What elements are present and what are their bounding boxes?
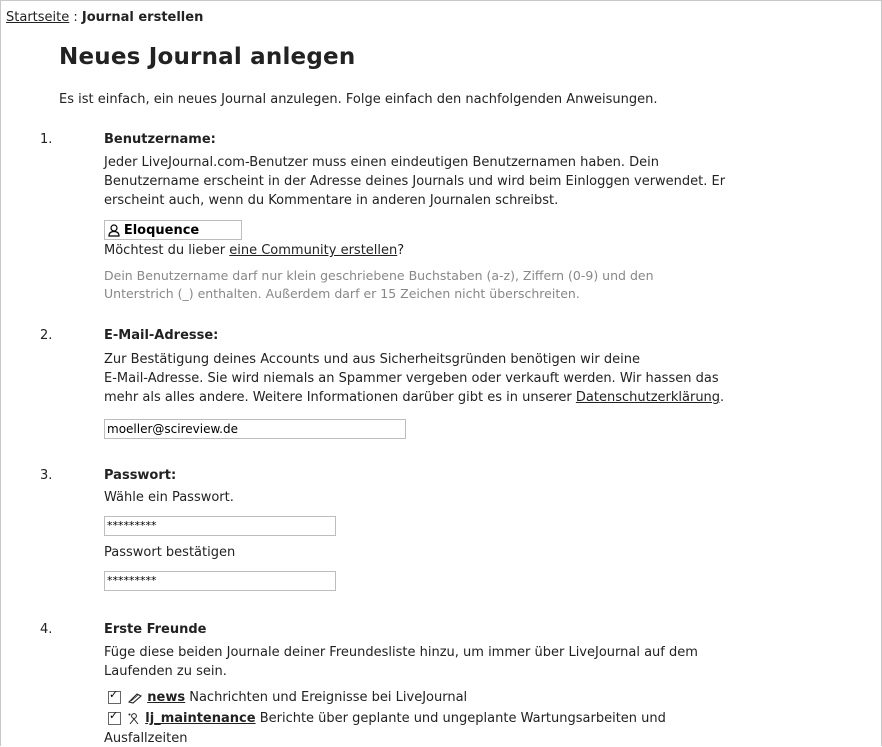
confirm-password-label: Passwort bestätigen xyxy=(104,545,236,560)
desc-line: Zur Bestätigung deines Accounts und aus … xyxy=(104,352,640,367)
breadcrumb: Startseite : Journal erstellen xyxy=(6,10,203,25)
desc-line: E-Mail-Adresse. Sie wird niemals an Spam… xyxy=(104,371,719,386)
step-3-number: 3. xyxy=(40,468,53,483)
step-4-title: Erste Freunde xyxy=(104,622,207,637)
breadcrumb-home-link[interactable]: Startseite xyxy=(6,10,69,25)
friend-news-checkbox[interactable] xyxy=(108,688,121,704)
desc-line: Laufenden zu sein. xyxy=(104,664,227,679)
email-input[interactable]: moeller@scireview.de xyxy=(104,419,406,439)
confirm-password-value: ********* xyxy=(107,574,157,587)
user-icon xyxy=(108,223,124,237)
step-3-title: Passwort: xyxy=(104,468,177,483)
desc-line: Jeder LiveJournal.com-Benutzer muss eine… xyxy=(104,155,659,170)
step-1-title: Benutzername: xyxy=(104,132,216,147)
username-value: Eloquence xyxy=(123,223,200,238)
community-suffix: ? xyxy=(397,243,405,258)
step-1-number: 1. xyxy=(40,132,53,147)
breadcrumb-current: Journal erstellen xyxy=(81,10,204,25)
community-line: Möchtest du lieber eine Community erstel… xyxy=(104,243,404,258)
step-2-title: E-Mail-Adresse: xyxy=(104,328,219,343)
desc-line: erscheint auch, wenn du Kommentare in an… xyxy=(104,193,559,208)
intro-text: Es ist einfach, ein neues Journal anzule… xyxy=(59,92,658,107)
desc-line: Benutzername erscheint in der Adresse de… xyxy=(104,174,726,189)
friend-maintenance-link[interactable]: lj_maintenance xyxy=(145,711,255,726)
desc-line: Füge diese beiden Journale deiner Freund… xyxy=(104,645,698,660)
friend-news-link[interactable]: news xyxy=(147,690,185,705)
friend-item-lj-maintenance: lj_maintenance Berichte über geplante un… xyxy=(108,709,666,726)
friend-news-desc: Nachrichten und Ereignisse bei LiveJourn… xyxy=(185,690,468,705)
step-4-number: 4. xyxy=(40,622,53,637)
desc-line-text: mehr als alles andere. Weitere Informati… xyxy=(104,390,576,405)
privacy-policy-link[interactable]: Datenschutzerklärung xyxy=(576,390,720,405)
email-value: moeller@scireview.de xyxy=(107,422,238,436)
step-1-description: Jeder LiveJournal.com-Benutzer muss eine… xyxy=(104,153,804,210)
friend-maintenance-desc: Berichte über geplante und ungeplante Wa… xyxy=(255,711,666,726)
password-input[interactable]: ********* xyxy=(104,516,336,536)
choose-password-label: Wähle ein Passwort. xyxy=(104,490,234,505)
community-icon xyxy=(127,690,147,705)
step-2-number: 2. xyxy=(40,328,53,343)
password-value: ********* xyxy=(107,519,157,532)
step-2-description: Zur Bestätigung deines Accounts und aus … xyxy=(104,350,804,407)
username-help: Dein Benutzername darf nur klein geschri… xyxy=(104,267,804,303)
help-line: Dein Benutzername darf nur klein geschri… xyxy=(104,268,654,283)
privacy-suffix: . xyxy=(720,390,725,405)
step-4-description: Füge diese beiden Journale deiner Freund… xyxy=(104,643,804,681)
username-input[interactable]: Eloquence xyxy=(104,220,242,240)
breadcrumb-separator: : xyxy=(69,10,82,25)
page-title: Neues Journal anlegen xyxy=(59,44,356,70)
desc-line: mehr als alles andere. Weitere Informati… xyxy=(104,388,804,407)
create-community-link[interactable]: eine Community erstellen xyxy=(229,243,397,258)
community-prefix: Möchtest du lieber xyxy=(104,243,230,258)
friend-item-news: news Nachrichten und Ereignisse bei Live… xyxy=(108,688,468,705)
friend-maintenance-desc-cont: Ausfallzeiten xyxy=(104,731,188,746)
help-line: Unterstrich (_) enthalten. Außerdem darf… xyxy=(104,286,580,301)
friend-maintenance-checkbox[interactable] xyxy=(108,709,121,725)
maintenance-icon xyxy=(127,711,145,726)
confirm-password-input[interactable]: ********* xyxy=(104,571,336,591)
